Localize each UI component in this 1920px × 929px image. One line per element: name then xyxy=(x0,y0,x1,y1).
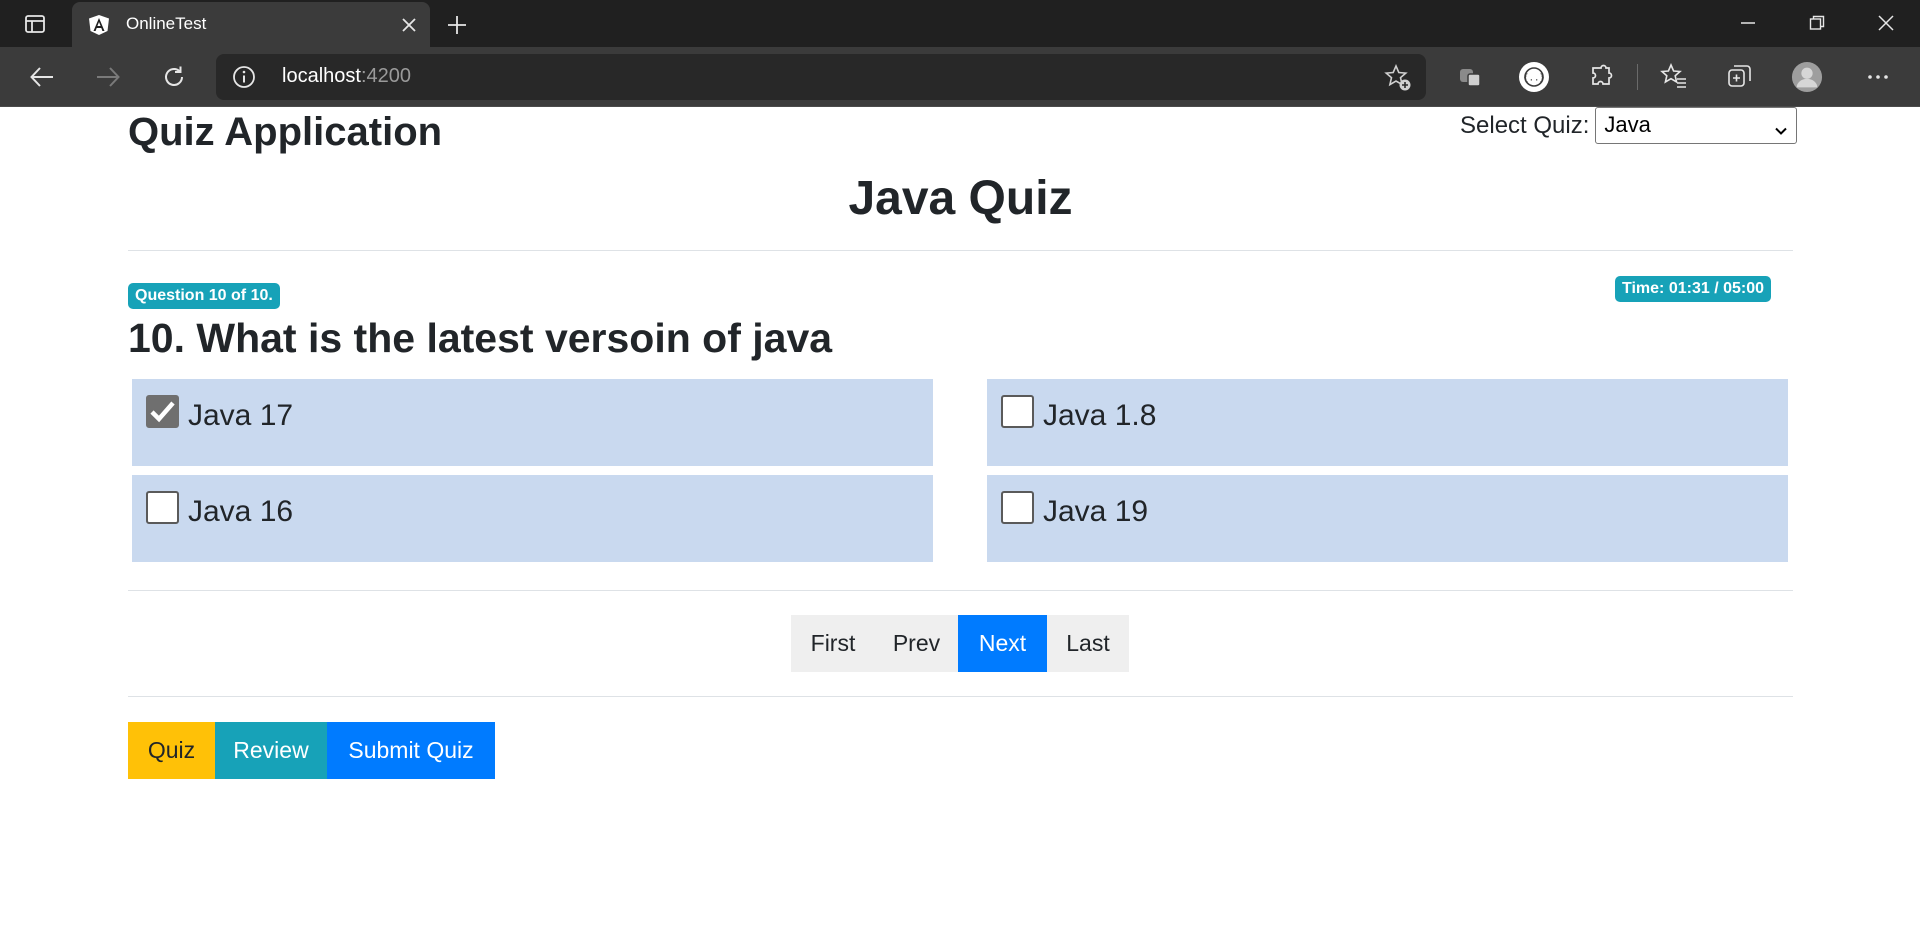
back-arrow-icon[interactable] xyxy=(24,59,60,95)
svg-text:{..}: {..} xyxy=(1523,74,1545,84)
quiz-select[interactable]: Java xyxy=(1595,107,1798,144)
option-checkbox[interactable] xyxy=(146,491,179,524)
option-label: Java 19 xyxy=(1043,495,1149,528)
collections-icon[interactable] xyxy=(1724,61,1756,93)
reload-icon[interactable] xyxy=(156,59,192,95)
address-bar[interactable]: localhost:4200 xyxy=(216,54,1426,100)
close-tab-icon[interactable] xyxy=(396,12,422,38)
question-counter-badge: Question 10 of 10. xyxy=(128,283,280,309)
mode-actions: Quiz Review Submit Quiz xyxy=(128,722,495,779)
chevron-down-icon xyxy=(1774,118,1788,144)
toolbar-separator xyxy=(1637,64,1638,90)
browser-toolbar: localhost:4200 {..} xyxy=(0,47,1920,107)
review-button[interactable]: Review xyxy=(215,722,327,779)
close-window-icon[interactable] xyxy=(1866,8,1906,38)
quiz-select-group: Select Quiz: Java xyxy=(1460,107,1798,144)
tab-title: OnlineTest xyxy=(126,14,207,33)
page-content: Quiz Application Select Quiz: Java Java … xyxy=(0,107,1920,929)
address-port: :4200 xyxy=(360,65,411,87)
option-label: Java 16 xyxy=(188,495,294,528)
option-checkbox[interactable] xyxy=(1001,395,1034,428)
option-label: Java 17 xyxy=(188,399,294,432)
address-url: localhost:4200 xyxy=(282,65,411,88)
submit-quiz-button[interactable]: Submit Quiz xyxy=(327,722,495,779)
new-tab-icon[interactable] xyxy=(442,10,472,40)
prev-button[interactable]: Prev xyxy=(875,615,958,672)
option-java-19[interactable]: Java 19 xyxy=(987,475,1788,562)
extension-puzzle-small-icon[interactable] xyxy=(1454,61,1486,93)
option-java-1-8[interactable]: Java 1.8 xyxy=(987,379,1788,466)
angular-favicon-icon xyxy=(88,14,110,36)
extensions-icon[interactable] xyxy=(1585,61,1617,93)
quiz-select-value: Java xyxy=(1604,112,1651,137)
option-java-16[interactable]: Java 16 xyxy=(132,475,933,562)
first-button[interactable]: First xyxy=(791,615,875,672)
profile-avatar-icon[interactable] xyxy=(1791,61,1823,93)
minimize-icon[interactable] xyxy=(1728,8,1768,38)
option-checkbox-checked[interactable] xyxy=(146,395,179,428)
address-host: localhost xyxy=(282,65,361,87)
browser-tab-bar: OnlineTest xyxy=(0,0,1920,47)
question-text: 10. What is the latest versoin of java xyxy=(128,315,833,361)
option-label: Java 1.8 xyxy=(1043,399,1157,432)
question-pager: First Prev Next Last xyxy=(791,615,1129,672)
site-info-icon[interactable] xyxy=(232,65,256,89)
forward-arrow-icon[interactable] xyxy=(90,59,126,95)
option-java-17[interactable]: Java 17 xyxy=(132,379,933,466)
timer-badge: Time: 01:31 / 05:00 xyxy=(1615,276,1772,302)
favorites-icon[interactable] xyxy=(1658,61,1690,93)
divider xyxy=(128,250,1793,251)
quiz-select-label: Select Quiz: xyxy=(1460,111,1590,139)
app-title: Quiz Application xyxy=(128,110,443,154)
quiz-name: Java Quiz xyxy=(848,172,1073,225)
more-options-icon[interactable] xyxy=(1862,61,1894,93)
divider xyxy=(128,696,1793,697)
dev-extension-icon[interactable]: {..} xyxy=(1518,61,1550,93)
add-favorite-icon[interactable] xyxy=(1384,63,1412,92)
tab-actions-icon[interactable] xyxy=(18,12,52,36)
quiz-mode-button[interactable]: Quiz xyxy=(128,722,215,779)
restore-icon[interactable] xyxy=(1797,8,1837,38)
option-checkbox[interactable] xyxy=(1001,491,1034,524)
divider xyxy=(128,590,1793,591)
next-button[interactable]: Next xyxy=(958,615,1047,672)
last-button[interactable]: Last xyxy=(1047,615,1129,672)
browser-tab[interactable]: OnlineTest xyxy=(72,2,430,47)
